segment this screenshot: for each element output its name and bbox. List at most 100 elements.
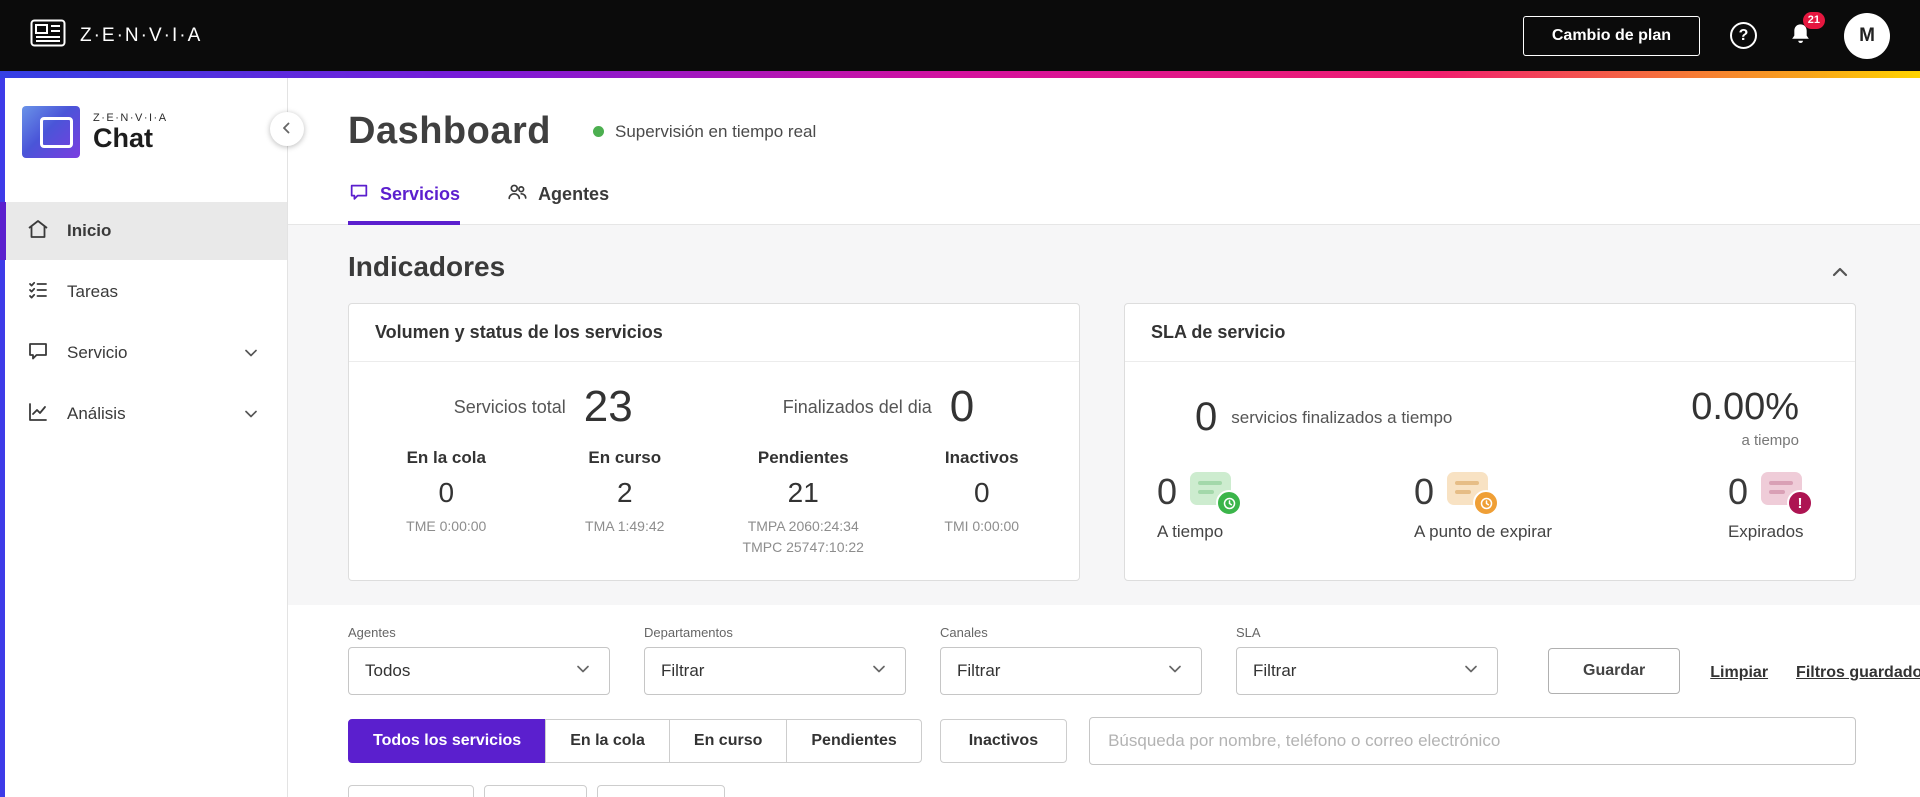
- stat-value: 0: [438, 477, 455, 508]
- finished-today-label: Finalizados del dia: [782, 396, 932, 417]
- save-filters-button[interactable]: Guardar: [1548, 648, 1681, 694]
- notifications-button[interactable]: 21: [1787, 11, 1825, 51]
- collapse-indicators-button[interactable]: [1824, 256, 1856, 291]
- chart-icon: [26, 400, 50, 429]
- saved-filters-link[interactable]: Filtros guardados: [1796, 664, 1920, 682]
- select-value: Filtrar: [1253, 661, 1297, 680]
- chevron-left-icon: [278, 119, 296, 140]
- sla-finished-on-time: 0 servicios finalizados a tiempo: [1195, 395, 1452, 440]
- sla-on-time: 0 A tiempo: [1157, 471, 1243, 542]
- sla-select[interactable]: Filtrar: [1236, 647, 1498, 695]
- zenvia-logo-icon: [30, 19, 66, 52]
- tab-inactivos[interactable]: Inactivos: [939, 719, 1068, 763]
- volume-status-card: Volumen y status de los servicios Servic…: [348, 303, 1080, 581]
- stat-sub: TME 0:00:00: [406, 518, 487, 534]
- stat-inactivos: Inactivos 0 TMI 0:00:00: [893, 448, 1072, 558]
- tab-label: Servicios: [380, 184, 461, 204]
- filter-agentes: Agentes Todos: [348, 625, 610, 695]
- sla-percent-label: a tiempo: [1741, 432, 1799, 449]
- chat-bubble-icon: [348, 181, 370, 208]
- change-plan-button[interactable]: Cambio de plan: [1522, 15, 1700, 56]
- stat-en-la-cola: En la cola 0 TME 0:00:00: [357, 448, 536, 558]
- stat-value: 2: [616, 477, 633, 508]
- close-button[interactable]: Cerrar: [483, 785, 588, 797]
- chevron-down-icon: [1165, 659, 1185, 684]
- help-icon: ?: [1730, 22, 1757, 49]
- status-text: Supervisión en tiempo real: [614, 121, 817, 141]
- tab-en-la-cola[interactable]: En la cola: [545, 719, 670, 763]
- service-status-tabs: Todos los servicios En la cola En curso …: [348, 719, 922, 763]
- stat-label: Inactivos: [944, 448, 1019, 467]
- select-value: Filtrar: [957, 661, 1001, 680]
- bell-icon: [1787, 23, 1814, 51]
- clear-filters-link[interactable]: Limpiar: [1710, 664, 1768, 682]
- services-total: Servicios total 23: [454, 382, 633, 432]
- indicators-title: Indicadores: [348, 251, 506, 282]
- sla-card: SLA de servicio 0 servicios finalizados …: [1124, 303, 1856, 581]
- sla-card-title: SLA de servicio: [1125, 304, 1855, 362]
- stat-label: Pendientes: [757, 448, 849, 467]
- sla-expired-value: 0: [1727, 471, 1748, 512]
- volume-card-title: Volumen y status de los servicios: [349, 304, 1079, 362]
- sla-about-to-expire-label: A punto de expirar: [1414, 522, 1552, 541]
- chat-bubble-icon: [26, 339, 50, 368]
- sidebar-item-inicio[interactable]: Inicio: [0, 202, 287, 260]
- chevron-down-icon: [573, 659, 593, 684]
- search-input[interactable]: [1089, 717, 1856, 765]
- select-value: Filtrar: [661, 661, 705, 680]
- tab-en-curso[interactable]: En curso: [668, 719, 788, 763]
- canales-select[interactable]: Filtrar: [940, 647, 1202, 695]
- sidebar-item-label: Análisis: [67, 404, 126, 423]
- user-avatar[interactable]: M: [1844, 12, 1890, 59]
- main-tabs: Servicios Agentes: [288, 153, 1920, 225]
- sla-expired: 0 ! Expirados: [1727, 471, 1813, 542]
- filter-label: SLA: [1236, 625, 1261, 640]
- stat-sub: TMPA 2060:24:34: [747, 518, 859, 534]
- tab-label: Agentes: [538, 184, 610, 204]
- sla-on-time-label: A tiempo: [1157, 522, 1224, 541]
- stat-value: 0: [973, 477, 990, 508]
- tab-servicios[interactable]: Servicios: [348, 181, 461, 225]
- services-total-label: Servicios total: [453, 396, 566, 417]
- help-button[interactable]: ?: [1730, 22, 1757, 49]
- discard-button[interactable]: Descartar: [597, 785, 725, 797]
- sidebar-item-tareas[interactable]: Tareas: [0, 263, 287, 321]
- sidebar-item-label: Tareas: [67, 282, 119, 301]
- services-total-value: 23: [583, 382, 633, 431]
- stat-pendientes: Pendientes 21 TMPA 2060:24:34 TMPC 25747…: [714, 448, 893, 558]
- chevron-down-icon: [241, 343, 261, 363]
- departamentos-select[interactable]: Filtrar: [644, 647, 906, 695]
- topbar-actions: Cambio de plan ? 21 M: [1522, 11, 1890, 59]
- sidebar-menu: Inicio Tareas Servicio Análisis: [0, 202, 287, 443]
- tab-todos-los-servicios[interactable]: Todos los servicios: [348, 719, 547, 763]
- tab-agentes[interactable]: Agentes: [506, 181, 609, 225]
- notification-badge: 21: [1802, 11, 1825, 29]
- product-logo: Z·E·N·V·I·A Chat: [0, 78, 287, 182]
- sla-expired-label: Expirados: [1727, 522, 1804, 541]
- sidebar-item-servicio[interactable]: Servicio: [0, 324, 287, 382]
- agents-icon: [506, 181, 528, 208]
- on-time-chat-clock-icon: [1190, 471, 1243, 516]
- filter-sla: SLA Filtrar: [1236, 625, 1498, 695]
- sla-about-to-expire-value: 0: [1414, 471, 1435, 512]
- expiring-chat-alarm-icon: [1447, 471, 1500, 516]
- brand-name: Z·E·N·V·I·A: [80, 24, 203, 46]
- actions-bar: Transferir Cerrar Descartar Definir colu…: [288, 765, 1920, 797]
- topbar-brand: Z·E·N·V·I·A: [30, 19, 202, 52]
- sidebar-item-analisis[interactable]: Análisis: [0, 385, 287, 443]
- sla-percent: 0.00% a tiempo: [1691, 386, 1799, 449]
- stat-sub: TMA 1:49:42: [585, 518, 665, 534]
- chevron-up-icon: [1828, 260, 1852, 287]
- sla-finished-value: 0: [1195, 395, 1218, 439]
- tab-pendientes[interactable]: Pendientes: [786, 719, 922, 763]
- brand-gradient-bar: [0, 71, 1920, 78]
- sidebar-collapse-button[interactable]: [270, 112, 304, 146]
- sidebar-item-label: Inicio: [67, 221, 112, 240]
- chevron-down-icon: [869, 659, 889, 684]
- home-icon: [26, 217, 50, 246]
- sla-on-time-value: 0: [1157, 471, 1178, 512]
- transfer-button[interactable]: Transferir: [348, 785, 474, 797]
- filter-label: Canales: [940, 625, 988, 640]
- agentes-select[interactable]: Todos: [348, 647, 610, 695]
- topbar: Z·E·N·V·I·A Cambio de plan ? 21 M: [0, 0, 1920, 71]
